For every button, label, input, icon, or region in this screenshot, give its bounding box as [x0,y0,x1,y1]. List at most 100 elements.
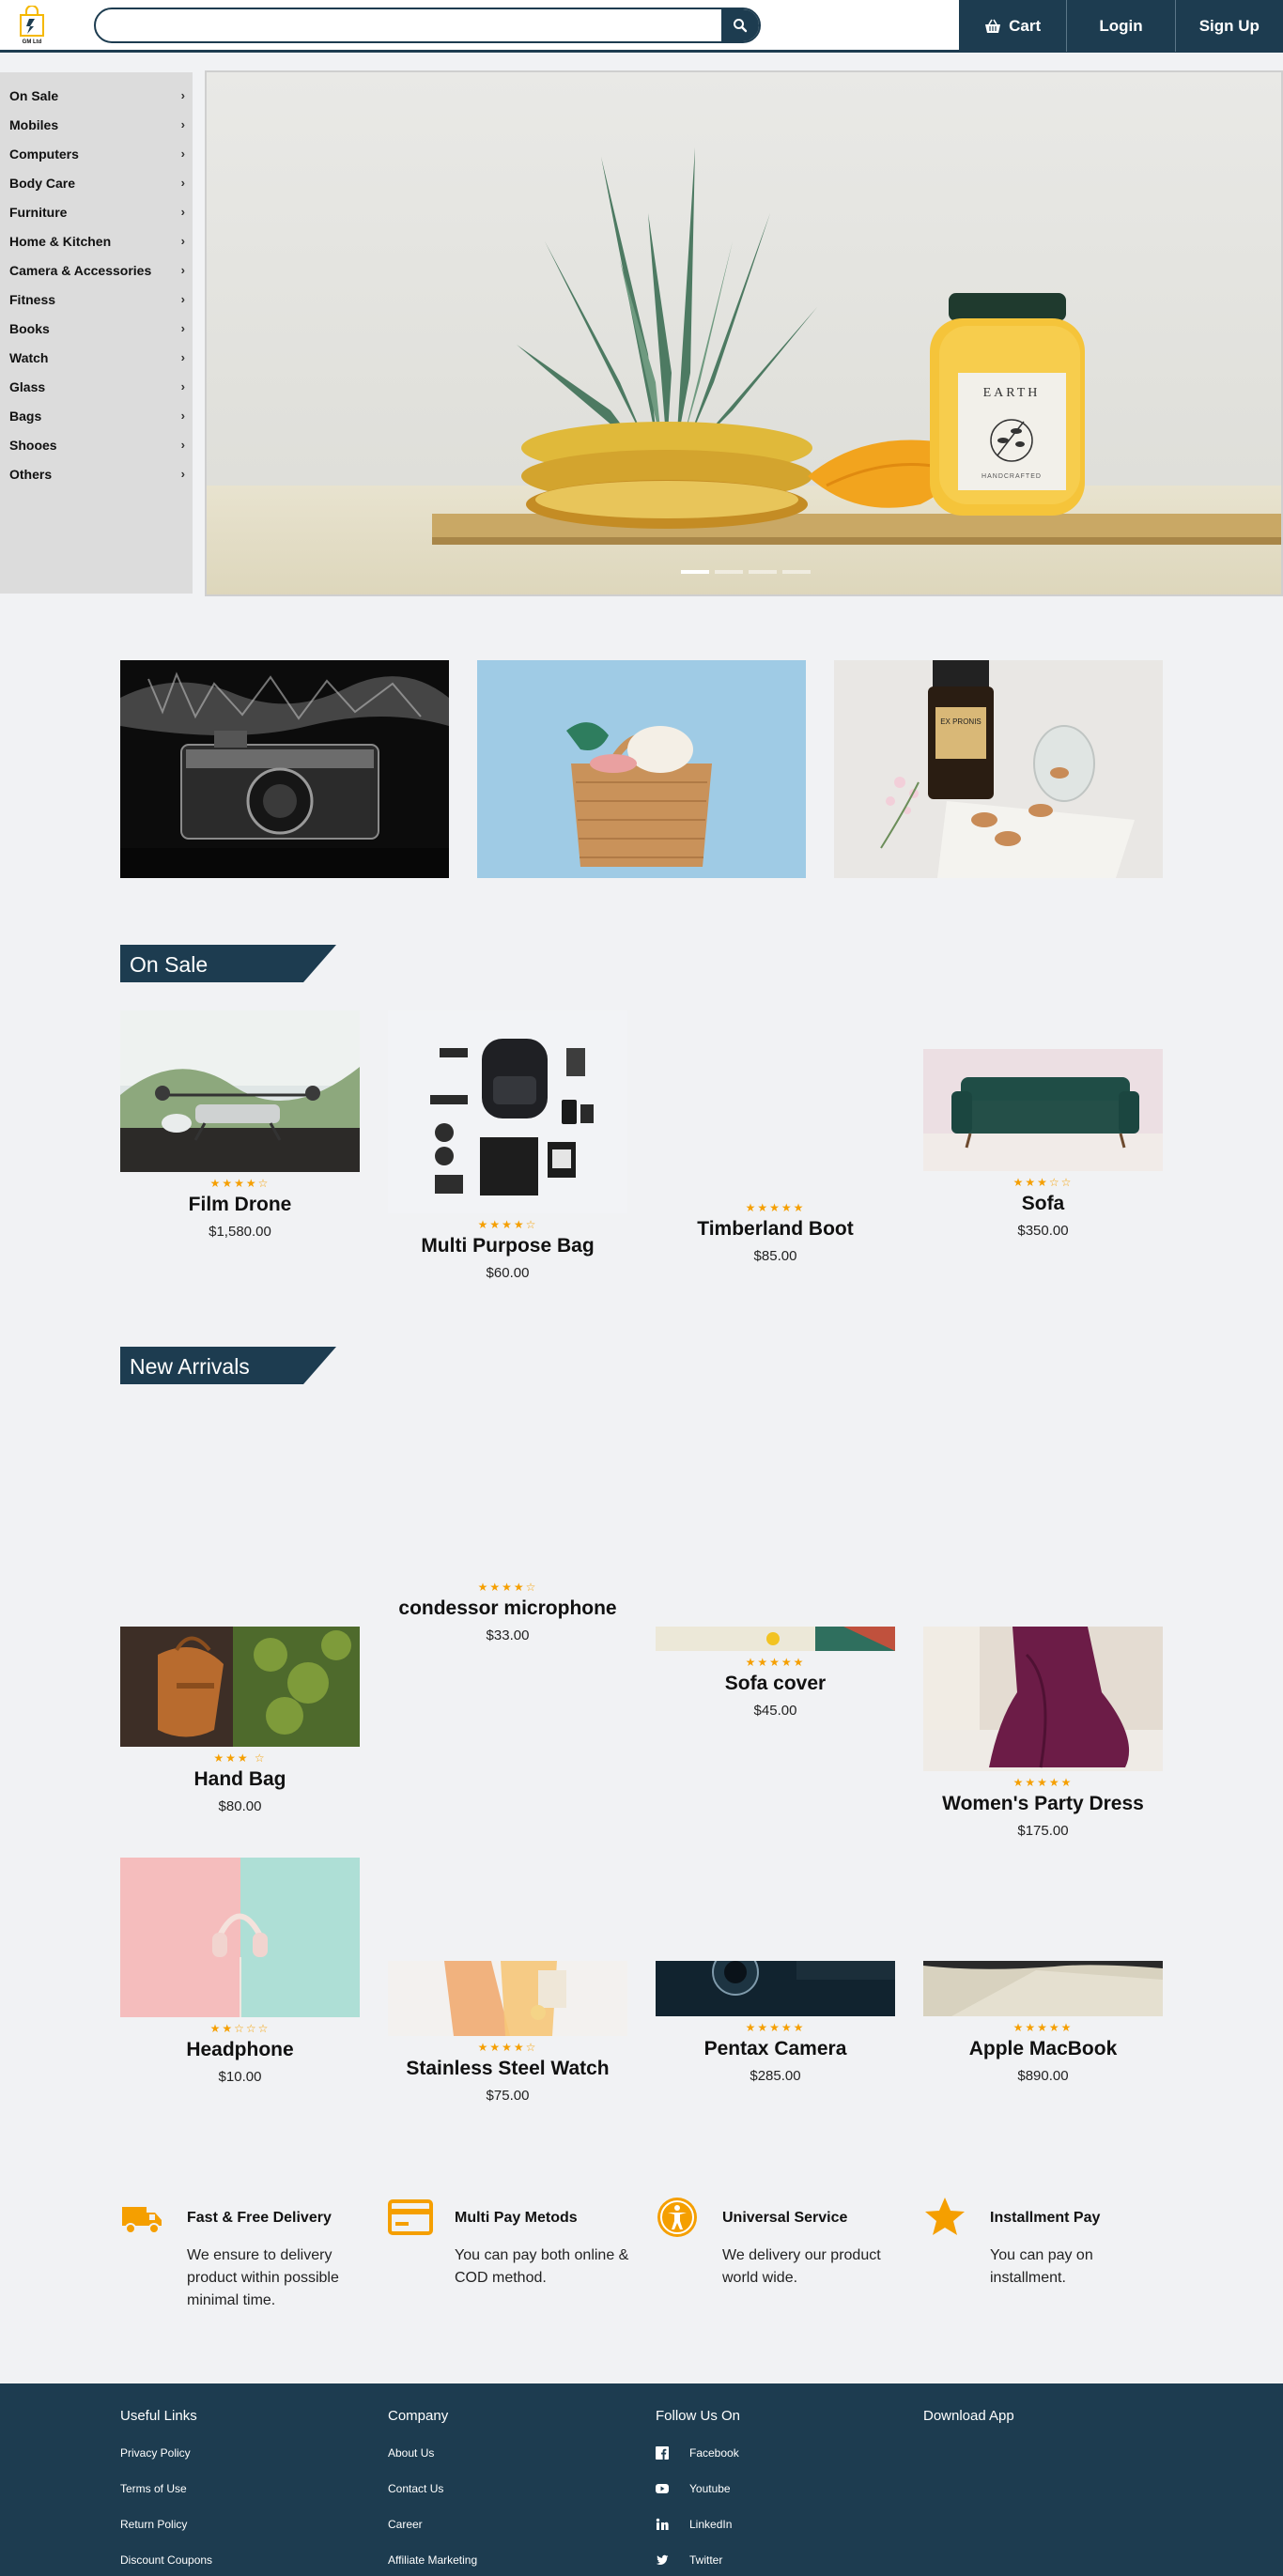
product-card-stainless-steel-watch[interactable]: ★★★★☆ Stainless Steel Watch $75.00 [388,1961,627,2104]
promo-banner-basket[interactable] [477,660,806,878]
promo-banner-oil[interactable]: EX PRONIS [834,660,1163,878]
product-card-womens-party-dress[interactable]: ★★★★★ Women's Party Dress $175.00 [923,1627,1163,1839]
camera-in-water-image [120,660,449,878]
product-name[interactable]: Headphone [120,2039,360,2061]
rating-stars: ★★★☆☆ [1012,1176,1074,1189]
product-name[interactable]: Stainless Steel Watch [388,2058,627,2080]
sidebar-item-watch[interactable]: Watch › [0,343,193,372]
sidebar-item-bags[interactable]: Bags › [0,401,193,430]
sidebar-item-shooes[interactable]: Shooes › [0,430,193,459]
product-image[interactable] [120,1010,360,1172]
product-image[interactable] [923,1627,1163,1771]
rating-stars: ★★★★★ [1012,2021,1074,2034]
footer-link-label: LinkedIn [689,2518,733,2531]
cart-button[interactable]: Cart [959,0,1066,52]
sidebar-item-mobiles[interactable]: Mobiles › [0,110,193,139]
product-card-sofa[interactable]: ★★★☆☆ Sofa $350.00 [923,1049,1163,1239]
product-name[interactable]: Apple MacBook [923,2038,1163,2060]
hero-image: EARTH HANDCRAFTED [207,72,1281,594]
shopping-basket-icon [985,19,1001,33]
product-image[interactable] [120,1858,360,2017]
sidebar-item-label: Fitness [9,291,56,307]
shopping-bag-logo-icon: GM Ltd [20,5,44,45]
sidebar-item-label: Watch [9,349,49,365]
product-card-condessor-microphone[interactable]: ★★★★☆ condessor microphone $33.00 [388,1576,627,1643]
product-image[interactable] [923,1049,1163,1171]
product-image[interactable] [656,1627,895,1651]
product-image[interactable] [656,1961,895,2016]
sidebar-item-label: Shooes [9,437,57,453]
product-card-multi-purpose-bag[interactable]: ★★★★☆ Multi Purpose Bag $60.00 [388,1010,627,1281]
sidebar-item-body-care[interactable]: Body Care › [0,168,193,197]
sidebar-item-computers[interactable]: Computers › [0,139,193,168]
product-image[interactable] [120,1627,360,1747]
carousel-indicator-2[interactable] [715,570,743,574]
new-arrivals-heading: New Arrivals [120,1347,336,1384]
search-button[interactable] [721,9,759,41]
top-nav: Cart Login Sign Up [959,0,1283,52]
rating-stars: ★★★★★ [745,2021,806,2034]
rating-stars: ★★★★★ [745,1656,806,1669]
product-card-sofa-cover[interactable]: ★★★★★ Sofa cover $45.00 [656,1627,895,1719]
signup-button[interactable]: Sign Up [1174,0,1283,52]
product-name[interactable]: Sofa [923,1193,1163,1215]
product-name[interactable]: Film Drone [120,1194,360,1216]
footer-link-affiliate-marketing[interactable]: Affiliate Marketing [388,2553,477,2567]
sidebar-item-label: Home & Kitchen [9,233,112,249]
sidebar-item-glass[interactable]: Glass › [0,372,193,401]
youtube-icon [656,2484,669,2493]
chevron-right-icon: › [180,147,185,161]
footer-link-about-us[interactable]: About Us [388,2446,477,2460]
sidebar-item-furniture[interactable]: Furniture › [0,197,193,226]
product-image[interactable] [388,1961,627,2036]
footer-link-linkedin[interactable]: LinkedIn [656,2518,740,2531]
product-card-apple-macbook[interactable]: ★★★★★ Apple MacBook $890.00 [923,1961,1163,2084]
sidebar-item-camera-accessories[interactable]: Camera & Accessories › [0,255,193,285]
product-image[interactable] [923,1961,1163,2016]
product-card-timberland-boot[interactable]: ★★★★★ Timberland Boot $85.00 [656,1196,895,1264]
footer-link-terms-of-use[interactable]: Terms of Use [120,2482,212,2495]
hero-carousel[interactable]: EARTH HANDCRAFTED [205,70,1283,596]
footer-link-youtube[interactable]: Youtube [656,2482,740,2495]
footer-link-twitter[interactable]: Twitter [656,2553,740,2567]
login-button[interactable]: Login [1066,0,1174,52]
footer-link-return-policy[interactable]: Return Policy [120,2518,212,2531]
product-name[interactable]: Multi Purpose Bag [388,1235,627,1257]
product-name[interactable]: Pentax Camera [656,2038,895,2060]
sidebar-item-fitness[interactable]: Fitness › [0,285,193,314]
product-name[interactable]: Hand Bag [120,1768,360,1791]
product-card-pentax-camera[interactable]: ★★★★★ Pentax Camera $285.00 [656,1961,895,2084]
sidebar-item-label: On Sale [9,87,59,103]
product-name[interactable]: Timberland Boot [656,1218,895,1241]
sidebar-item-home-kitchen[interactable]: Home & Kitchen › [0,226,193,255]
product-price: $285.00 [750,2068,801,2084]
feature-title: Installment Pay [990,2210,1101,2226]
product-card-hand-bag[interactable]: ★★★ ☆ Hand Bag $80.00 [120,1627,360,1814]
product-name[interactable]: condessor microphone [388,1597,627,1620]
promo-banner-camera[interactable] [120,660,449,878]
rating-stars: ★★★★★ [1012,1776,1074,1789]
product-card-film-drone[interactable]: ★★★★☆ Film Drone $1,580.00 [120,1010,360,1240]
product-name[interactable]: Women's Party Dress [923,1793,1163,1815]
footer-link-career[interactable]: Career [388,2518,477,2531]
truck-icon [122,2207,162,2234]
search-input[interactable] [109,9,701,41]
sidebar-item-books[interactable]: Books › [0,314,193,343]
sidebar-item-on-sale[interactable]: On Sale › [0,81,193,110]
product-name[interactable]: Sofa cover [656,1673,895,1695]
footer-link-discount-coupons[interactable]: Discount Coupons [120,2553,212,2567]
rating-stars: ★★★ ☆ [213,1751,267,1765]
site-logo[interactable]: GM Ltd [13,5,51,45]
carousel-indicator-3[interactable] [749,570,777,574]
carousel-indicator-1[interactable] [681,570,709,574]
sidebar-item-label: Glass [9,378,46,394]
carousel-indicator-4[interactable] [782,570,811,574]
product-price: $890.00 [1017,2068,1069,2084]
chevron-right-icon: › [180,88,185,102]
footer-link-privacy-policy[interactable]: Privacy Policy [120,2446,212,2460]
sidebar-item-others[interactable]: Others › [0,459,193,488]
product-card-headphone[interactable]: ★★☆☆☆ Headphone $10.00 [120,1858,360,2085]
product-image[interactable] [388,1010,627,1213]
footer-link-contact-us[interactable]: Contact Us [388,2482,477,2495]
footer-link-facebook[interactable]: Facebook [656,2446,740,2460]
